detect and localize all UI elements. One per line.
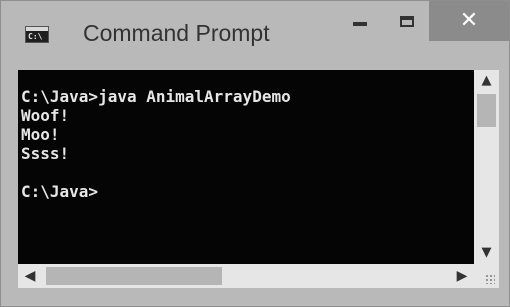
close-icon: ✕ — [459, 8, 479, 33]
vertical-scroll-thumb[interactable] — [477, 94, 496, 127]
cmd-icon-label: C:\ — [28, 32, 43, 41]
horizontal-scroll-thumb[interactable] — [46, 267, 222, 285]
close-button[interactable]: ✕ — [429, 1, 509, 41]
scroll-right-icon[interactable]: ▶ — [450, 264, 474, 288]
console-output-area[interactable]: C:\Java>java AnimalArrayDemo Woof! Moo! … — [18, 70, 474, 264]
horizontal-scrollbar[interactable]: ◀ ▶ — [18, 264, 474, 288]
scroll-down-icon[interactable]: ▼ — [474, 242, 499, 264]
command-prompt-window: C:\ Command Prompt ✕ C:\Java>java Animal… — [0, 0, 510, 307]
title-bar[interactable]: C:\ Command Prompt ✕ — [1, 1, 509, 65]
scroll-left-icon[interactable]: ◀ — [18, 264, 42, 288]
vertical-scrollbar[interactable]: ▲ ▼ — [474, 70, 499, 264]
maximize-button[interactable] — [384, 1, 429, 41]
resize-corner[interactable] — [474, 264, 499, 288]
console-text: C:\Java>java AnimalArrayDemo Woof! Moo! … — [21, 87, 291, 201]
resize-grip-icon[interactable] — [485, 274, 495, 284]
scroll-up-icon[interactable]: ▲ — [474, 70, 499, 92]
cmd-icon-bar — [26, 27, 48, 31]
cmd-icon[interactable]: C:\ — [25, 26, 49, 43]
window-title: Command Prompt — [83, 20, 270, 46]
minimize-icon — [353, 22, 367, 26]
minimize-button[interactable] — [336, 1, 384, 41]
maximize-icon — [399, 15, 414, 27]
